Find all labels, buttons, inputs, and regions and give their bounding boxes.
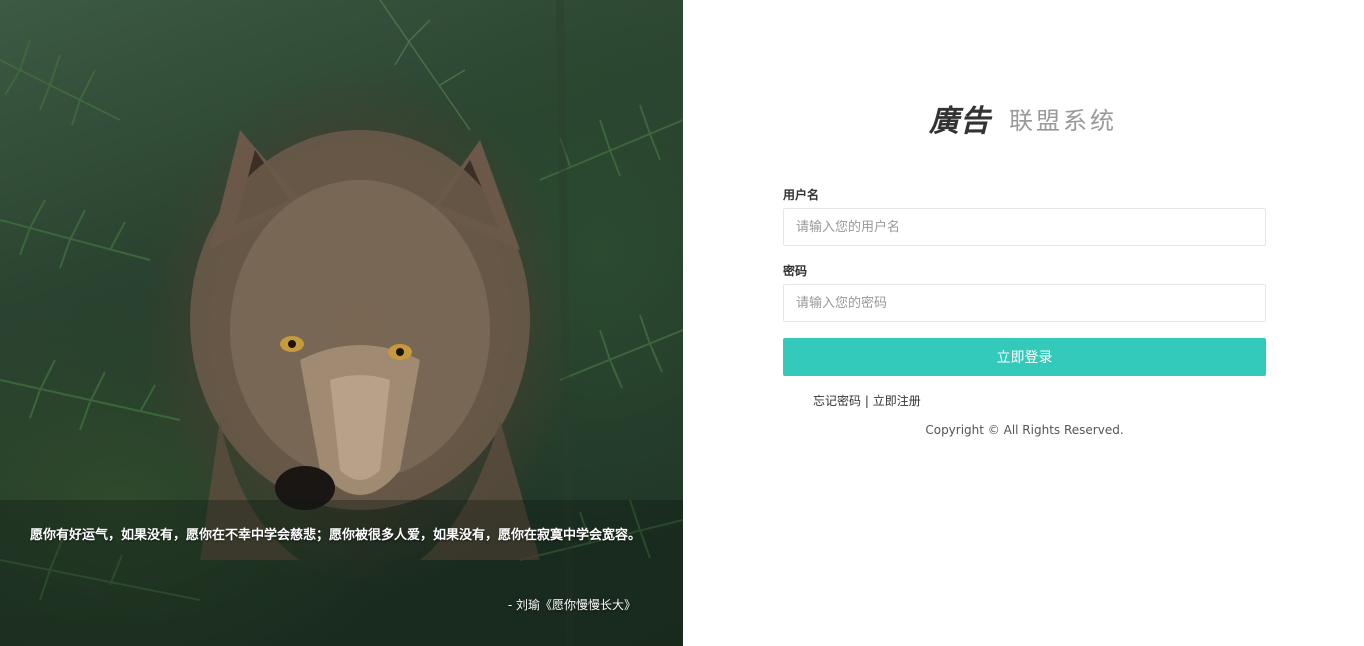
login-panel: 廣告 联盟系统 用户名 密码 立即登录 忘记密码 | 立即注册 Copyrigh… [683,0,1364,646]
brand-title: 联盟系统 [1009,106,1117,135]
quote-block: 愿你有好运气，如果没有，愿你在不幸中学会慈悲；愿你被很多人爱，如果没有，愿你在寂… [30,520,660,612]
username-label: 用户名 [783,188,820,202]
register-link[interactable]: 立即注册 [873,394,921,408]
logo-mark: 廣告 [929,104,991,139]
hero-image-panel: 愿你有好运气，如果没有，愿你在不幸中学会慈悲；愿你被很多人爱，如果没有，愿你在寂… [0,0,683,646]
auth-links: 忘记密码 | 立即注册 [783,392,1266,409]
username-input[interactable] [783,208,1266,246]
wolf-illustration [190,130,540,560]
copyright-text: Copyright © All Rights Reserved. [925,423,1124,437]
brand-logo: 廣告 联盟系统 [929,96,1117,140]
login-button[interactable]: 立即登录 [783,338,1266,376]
quote-text: 愿你有好运气，如果没有，愿你在不幸中学会慈悲；愿你被很多人爱，如果没有，愿你在寂… [30,528,642,543]
quote-author: - 刘瑜《愿你慢慢长大》 [507,598,636,612]
link-separator: | [861,394,873,408]
password-label: 密码 [783,264,808,278]
password-input[interactable] [783,284,1266,322]
login-form: 用户名 密码 立即登录 忘记密码 | 立即注册 Copyright © All … [783,186,1266,437]
forgot-password-link[interactable]: 忘记密码 [813,394,861,408]
